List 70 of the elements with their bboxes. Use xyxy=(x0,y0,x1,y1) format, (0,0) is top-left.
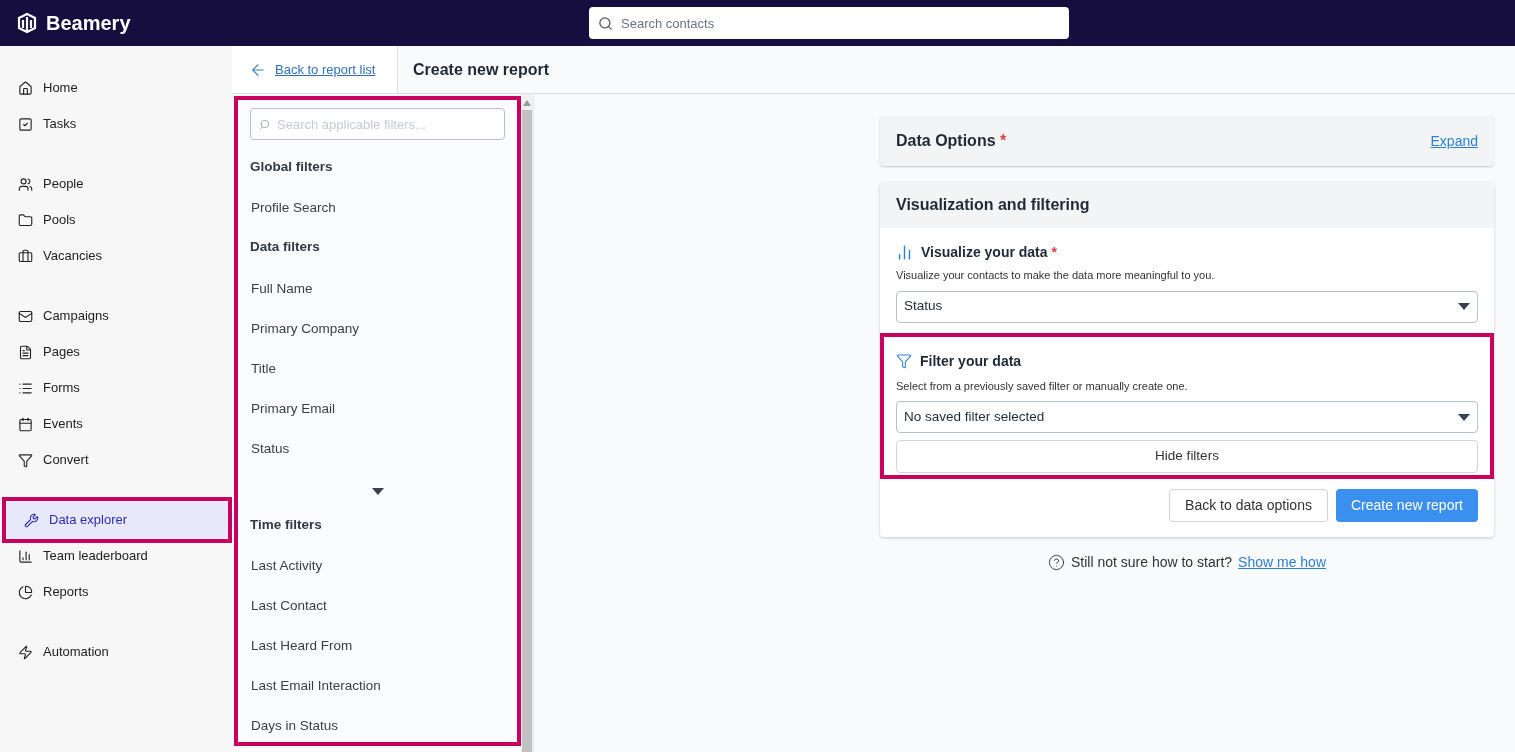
home-icon xyxy=(18,80,33,96)
saved-filter-select[interactable]: No saved filter selected xyxy=(896,401,1478,433)
briefcase-icon xyxy=(18,248,33,264)
filter-item[interactable]: Days in Status xyxy=(250,716,506,735)
checkbox-icon xyxy=(18,116,33,132)
scrollbar-thumb[interactable] xyxy=(522,110,532,752)
calendar-icon xyxy=(18,416,33,432)
scroll-up-icon xyxy=(523,100,531,106)
nav-item[interactable]: Automation xyxy=(0,634,232,670)
section-title: Filter your data xyxy=(920,351,1022,371)
expand-link[interactable]: Expand xyxy=(1430,130,1478,152)
logo-icon xyxy=(16,12,38,34)
help-link[interactable]: Show me how xyxy=(1238,552,1326,573)
wrench-icon xyxy=(24,512,39,528)
filter-section-heading: Data filters xyxy=(250,238,321,257)
caret-icon xyxy=(1458,413,1470,421)
nav-item[interactable]: Pages xyxy=(0,334,232,370)
document-icon xyxy=(18,344,33,360)
filter-item[interactable]: Last Contact xyxy=(250,596,506,615)
folder-icon xyxy=(18,212,33,228)
nav-item[interactable]: Pools xyxy=(0,202,232,238)
back-button[interactable]: Back to data options xyxy=(1169,489,1328,522)
filter-search-field[interactable]: Search applicable filters... xyxy=(250,108,506,140)
nav-item[interactable]: Campaigns xyxy=(0,298,232,334)
nav-item[interactable]: Forms xyxy=(0,370,232,406)
search-icon xyxy=(598,16,613,31)
card-title: Visualization and filtering xyxy=(896,195,1090,215)
card-title: Data Options * xyxy=(896,131,1007,151)
nav-item[interactable]: Convert xyxy=(0,442,232,478)
hide-filters-button[interactable]: Hide filters xyxy=(896,440,1478,473)
filter-item[interactable]: Primary Email xyxy=(250,399,506,418)
section-description: Visualize your contacts to make the data more meaningful to you. xyxy=(896,268,1216,283)
nav-item[interactable]: Reports xyxy=(0,574,232,610)
list-icon xyxy=(18,380,33,396)
section-title: Visualize your data * xyxy=(921,243,1057,262)
search-field[interactable]: Search contacts xyxy=(589,7,1069,39)
nav-item[interactable]: People xyxy=(0,166,232,202)
filter-item[interactable]: Full Name xyxy=(250,279,506,298)
brand-name: Beamery xyxy=(46,11,131,36)
search-icon xyxy=(259,119,270,130)
bar-chart-icon xyxy=(18,548,33,564)
section-description: Select from a previously saved filter or manually create one. xyxy=(896,378,1189,394)
nav-item[interactable]: Data explorer xyxy=(6,501,228,539)
envelope-icon xyxy=(18,308,33,324)
filter-item[interactable]: Primary Company xyxy=(250,319,506,338)
bar-chart-icon xyxy=(896,244,913,261)
nav-item[interactable]: Tasks xyxy=(0,106,232,142)
nav-item[interactable]: Vacancies xyxy=(0,238,232,274)
nav-item[interactable]: Home xyxy=(0,70,232,106)
caret-icon xyxy=(1458,303,1470,310)
caret-icon xyxy=(371,487,384,495)
filter-item[interactable]: Last Activity xyxy=(250,556,506,575)
visualize-select[interactable]: Status xyxy=(896,290,1478,323)
help-icon xyxy=(1048,554,1065,571)
nav-item[interactable]: Events xyxy=(0,406,232,442)
filter-item[interactable]: Profile Search xyxy=(250,199,506,218)
filter-item[interactable]: Status xyxy=(250,439,506,458)
people-icon xyxy=(18,176,33,192)
nav-item[interactable]: Team leaderboard xyxy=(0,538,232,574)
funnel-icon xyxy=(18,452,33,468)
pie-chart-icon xyxy=(18,584,33,600)
filter-item[interactable]: Last Heard From xyxy=(250,636,506,655)
filter-item[interactable]: Last Email Interaction xyxy=(250,676,506,695)
help-text: Still not sure how to start? xyxy=(1071,553,1233,572)
page-title: Create new report xyxy=(413,59,550,80)
filter-item[interactable]: Title xyxy=(250,359,506,378)
filter-section-heading: Time filters xyxy=(250,515,323,534)
lightning-icon xyxy=(18,644,33,660)
filter-section-heading: Global filters xyxy=(250,158,334,176)
funnel-icon xyxy=(896,353,912,369)
